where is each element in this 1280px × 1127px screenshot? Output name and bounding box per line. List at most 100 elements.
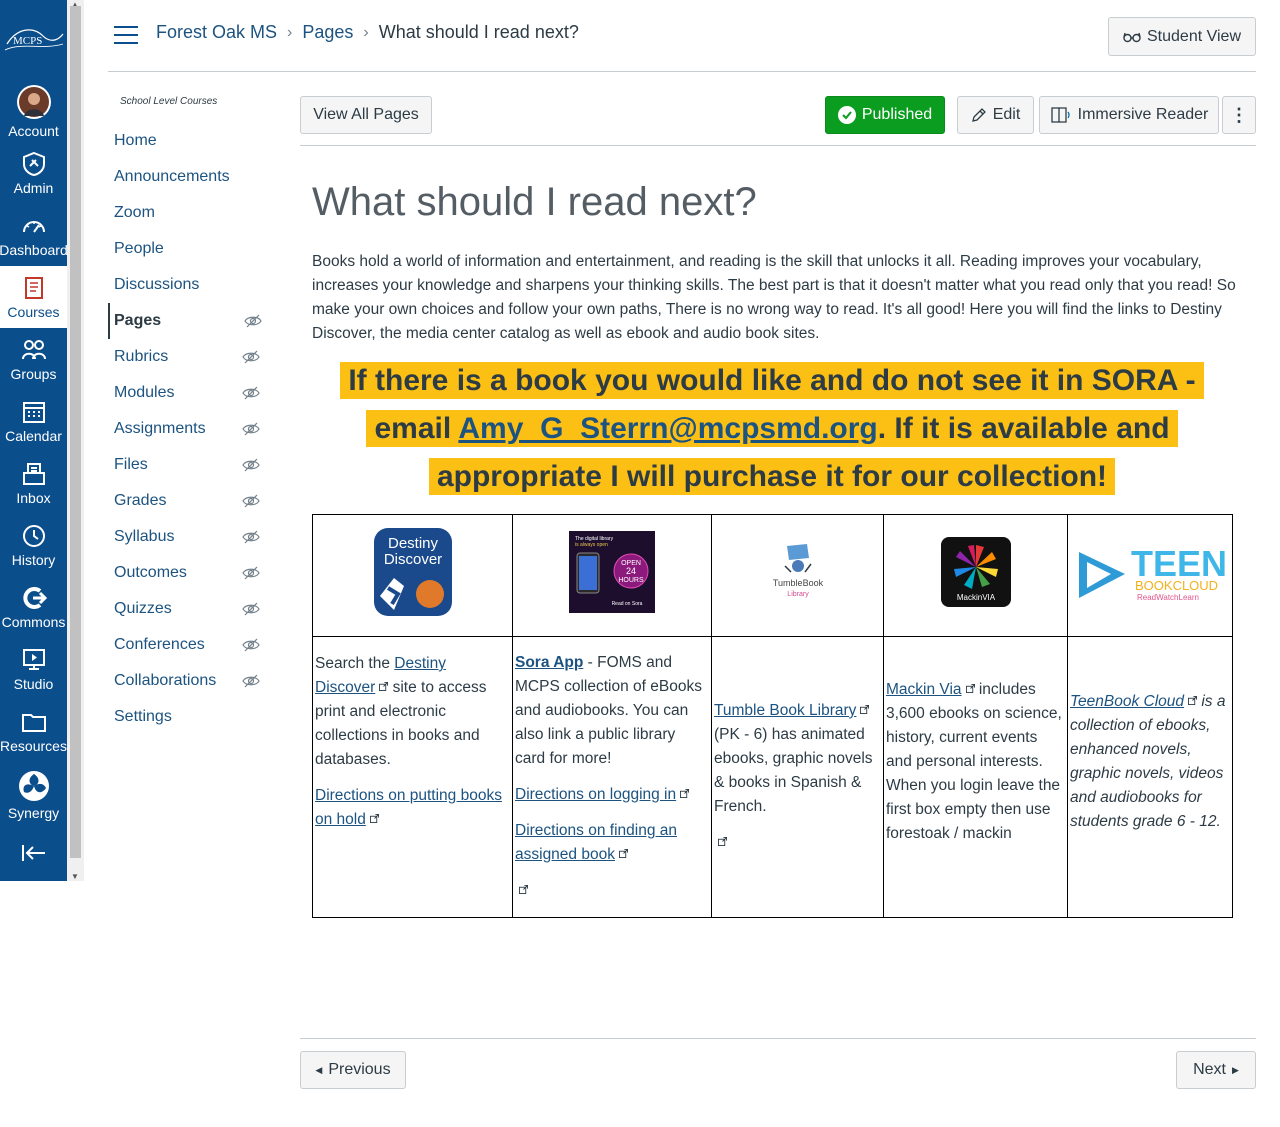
view-all-pages-button[interactable]: View All Pages	[300, 96, 432, 134]
global-nav-history[interactable]: History	[0, 514, 67, 576]
course-nav-label: Assignments	[114, 420, 206, 437]
course-nav-assignments[interactable]: Assignments	[108, 411, 273, 447]
scroll-down-arrow-icon[interactable]: ▼	[71, 872, 79, 881]
external-link-icon	[379, 682, 389, 691]
commons-icon	[22, 586, 47, 609]
tumblebook-extra-link[interactable]	[714, 831, 881, 855]
course-nav-zoom[interactable]: Zoom	[108, 195, 273, 231]
course-nav-label: Discussions	[114, 276, 200, 293]
course-nav-quizzes[interactable]: Quizzes	[108, 591, 273, 627]
global-nav-admin[interactable]: Admin	[0, 142, 67, 204]
tumblebook-link[interactable]: Tumble Book Library	[714, 702, 856, 719]
course-nav-conferences[interactable]: Conferences	[108, 627, 273, 663]
svg-text:BOOKCLOUD: BOOKCLOUD	[1135, 578, 1218, 593]
breadcrumb-pages[interactable]: Pages	[302, 22, 353, 43]
check-circle-icon	[837, 106, 856, 124]
more-options-button[interactable]: ⋮	[1222, 96, 1256, 134]
edit-button[interactable]: Edit	[957, 96, 1034, 134]
course-nav-files[interactable]: Files	[108, 447, 273, 483]
global-nav-resources[interactable]: Resources	[0, 700, 67, 762]
glasses-icon	[1123, 32, 1141, 42]
course-nav-modules[interactable]: Modules	[108, 375, 273, 411]
directions-hold-link[interactable]: Directions on putting books on hold	[315, 787, 502, 828]
course-nav-grades[interactable]: Grades	[108, 483, 273, 519]
teenbookcloud-logo[interactable]: TEEN BOOKCLOUD ReadWatchLearn	[1075, 540, 1227, 604]
external-link-icon	[519, 885, 528, 894]
published-label: Published	[861, 106, 933, 123]
collapse-nav-button[interactable]	[0, 828, 67, 878]
course-nav-collaborations[interactable]: Collaborations	[108, 663, 273, 699]
folder-icon	[21, 713, 46, 732]
course-nav-home[interactable]: Home	[108, 123, 273, 159]
previous-button[interactable]: ◀ Previous	[300, 1051, 406, 1089]
kebab-menu-icon: ⋮	[1230, 105, 1248, 125]
global-nav-label: Commons	[1, 613, 66, 630]
inbox-icon	[22, 462, 45, 485]
scrollbar-thumb[interactable]	[70, 6, 81, 858]
sora-extra-link[interactable]	[515, 879, 709, 903]
global-nav-label: Synergy	[7, 804, 60, 821]
global-nav-dashboard[interactable]: Dashboard	[0, 204, 68, 266]
studio-icon	[22, 648, 45, 670]
hidden-eye-icon	[242, 494, 260, 508]
hamburger-menu-icon[interactable]	[114, 26, 138, 46]
destiny-logo-cell: Destiny Discover	[312, 514, 513, 637]
course-nav-people[interactable]: People	[108, 231, 273, 267]
svg-text:24: 24	[626, 566, 636, 576]
directions-assigned-book-link[interactable]: Directions on finding an assigned book	[515, 822, 677, 863]
course-nav-rubrics[interactable]: Rubrics	[108, 339, 273, 375]
clock-icon	[22, 524, 45, 547]
nav-scrollbar[interactable]: ▲ ▼	[67, 0, 84, 881]
sora-app-link[interactable]: Sora App	[515, 654, 583, 671]
course-nav-pages[interactable]: Pages	[108, 303, 273, 339]
teenbook-cloud-link[interactable]: TeenBook Cloud	[1070, 693, 1184, 710]
mackin-via-link[interactable]: Mackin Via	[886, 681, 962, 698]
global-nav-synergy[interactable]: Synergy	[0, 762, 67, 828]
global-nav-label: Resources	[0, 737, 67, 754]
teenbook-description-cell: TeenBook Cloud is a collection of ebooks…	[1067, 636, 1233, 918]
global-nav-label: Courses	[7, 303, 60, 320]
description-row: Search the Destiny Discover site to acce…	[312, 636, 1233, 918]
global-nav-calendar[interactable]: Calendar	[0, 390, 67, 452]
mackinvia-logo[interactable]: MackinVIA	[940, 536, 1011, 607]
course-nav-syllabus[interactable]: Syllabus	[108, 519, 273, 555]
global-nav-courses[interactable]: Courses	[0, 266, 67, 328]
destiny-discover-logo[interactable]: Destiny Discover	[373, 527, 452, 616]
breadcrumb: Forest Oak MS › Pages › What should I re…	[156, 22, 579, 43]
page-toolbar: View All Pages Published Edit Immersive …	[300, 96, 1256, 146]
external-link-icon	[618, 849, 628, 858]
sora-logo[interactable]: The digital library is always open OPEN …	[569, 530, 655, 613]
course-nav-outcomes[interactable]: Outcomes	[108, 555, 273, 591]
external-link-icon	[965, 684, 975, 693]
tumblebook-logo[interactable]: TumbleBook Library	[767, 542, 829, 602]
global-nav-groups[interactable]: Groups	[0, 328, 67, 390]
hidden-eye-icon	[244, 314, 262, 328]
global-nav-inbox[interactable]: Inbox	[0, 452, 67, 514]
mcps-logo[interactable]: MCPS	[0, 0, 67, 80]
immersive-reader-button[interactable]: Immersive Reader	[1039, 96, 1219, 134]
global-nav-studio[interactable]: Studio	[0, 638, 67, 700]
global-nav-commons[interactable]: Commons	[0, 576, 67, 638]
tumblebook-description-cell: Tumble Book Library (PK - 6) has animate…	[711, 636, 884, 918]
directions-login-link[interactable]: Directions on logging in	[515, 786, 676, 803]
course-nav-label: Home	[114, 132, 157, 149]
course-nav-label: Rubrics	[114, 348, 169, 365]
global-nav: MCPS Account Admin Dashboard Courses Gro…	[0, 0, 68, 881]
next-button[interactable]: Next ▶	[1176, 1051, 1256, 1089]
external-link-icon	[1188, 696, 1198, 705]
teenbook-description: TeenBook Cloud is a collection of ebooks…	[1070, 690, 1230, 834]
published-button[interactable]: Published	[825, 96, 945, 134]
svg-text:HOURS: HOURS	[618, 577, 644, 584]
hidden-eye-icon	[242, 566, 260, 580]
caret-left-icon: ◀	[315, 1064, 323, 1075]
course-nav-discussions[interactable]: Discussions	[108, 267, 273, 303]
email-link[interactable]: Amy_G_Sterrn@mcpsmd.org	[458, 412, 877, 445]
student-view-button[interactable]: Student View	[1108, 17, 1256, 56]
breadcrumb-current: What should I read next?	[378, 22, 579, 42]
course-nav-announcements[interactable]: Announcements	[108, 159, 273, 195]
breadcrumb-course[interactable]: Forest Oak MS	[156, 22, 277, 43]
calendar-icon	[22, 401, 45, 423]
course-nav-settings[interactable]: Settings	[108, 699, 273, 735]
avatar	[16, 84, 51, 119]
global-nav-account[interactable]: Account	[0, 80, 67, 142]
